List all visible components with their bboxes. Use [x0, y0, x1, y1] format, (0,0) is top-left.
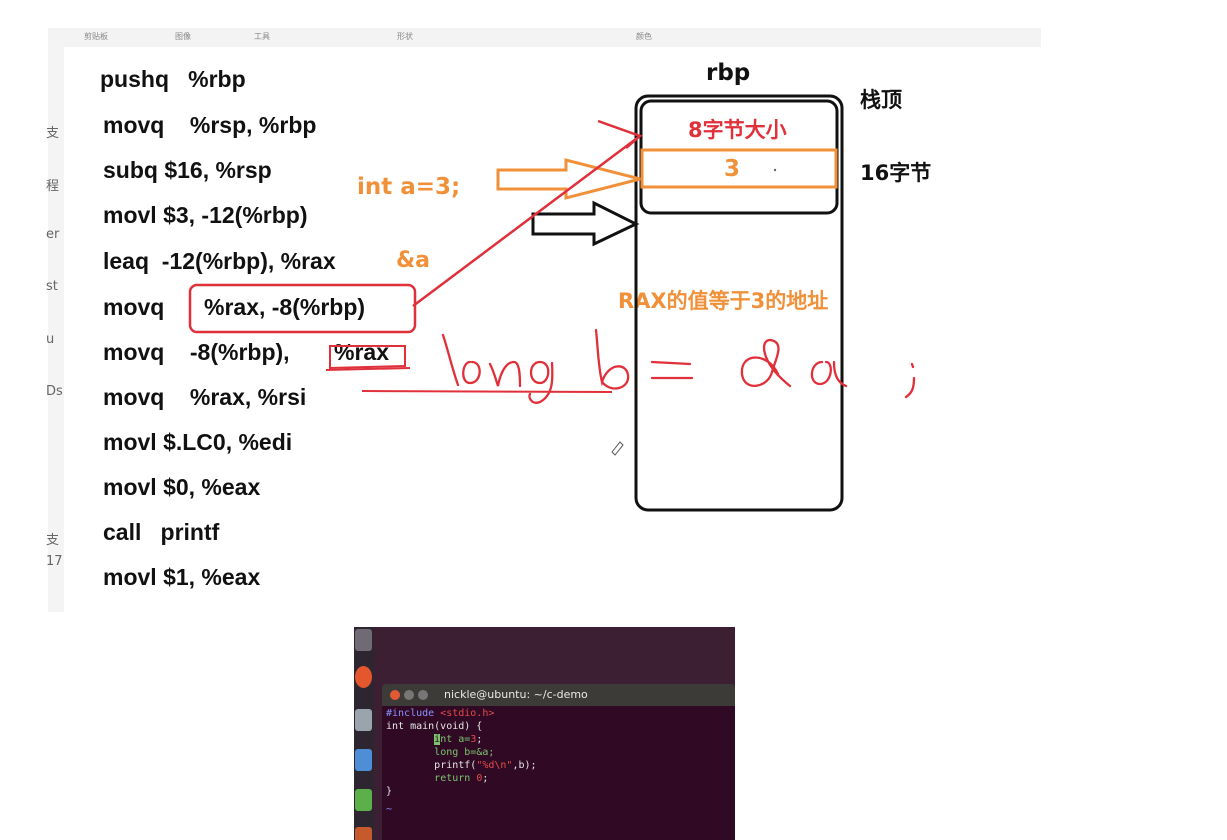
code-token: <stdio.h> — [440, 708, 495, 719]
ribbon-group-colors[interactable]: 颜色 — [636, 31, 652, 42]
asm-line-pushq: pushq %rbp — [100, 66, 246, 92]
code-line-include: #include <stdio.h> — [386, 708, 494, 719]
ribbon-group-tools[interactable]: 工具 — [254, 31, 270, 42]
asm-line-call-printf: call printf — [103, 519, 220, 545]
stack-slot-size-label: 8字节大小 — [688, 118, 787, 142]
code-line-return: return 0; — [386, 773, 488, 784]
calc-icon[interactable] — [355, 789, 372, 811]
asm-line-movq-load: movq -8(%rbp), — [103, 339, 290, 365]
code-token: nt a= — [440, 734, 471, 745]
asm-line-leaq: leaq -12(%rbp), %rax — [103, 248, 336, 274]
stack-slot-value: 3 — [724, 156, 741, 182]
code-token: int main(void) { — [386, 721, 483, 732]
asm-line-movq-store-op: movq — [103, 294, 165, 320]
close-icon[interactable] — [390, 690, 400, 700]
asm-line-movq-load-dest: %rax — [334, 339, 389, 365]
terminal-body[interactable]: #include <stdio.h> int main(void) { int … — [382, 706, 735, 840]
sidebar-fragment: 程 — [46, 179, 60, 194]
terminal-screenshot: nickle@ubuntu: ~/c-demo #include <stdio.… — [354, 627, 735, 840]
sidebar-fragment: u — [46, 332, 55, 347]
impress-icon[interactable] — [355, 827, 372, 840]
asm-line-movl-3: movl $3, -12(%rbp) — [103, 202, 308, 228]
asm-line-subq: subq $16, %rsp — [103, 157, 272, 183]
terminal-titlebar[interactable]: nickle@ubuntu: ~/c-demo — [382, 684, 735, 706]
stack-size-label: 16字节 — [860, 161, 932, 185]
sidebar-fragment: er — [46, 227, 60, 242]
asm-line-movl-0: movl $0, %eax — [103, 474, 261, 500]
launcher-app-icon[interactable] — [355, 629, 372, 651]
annotation-address-a: &a — [396, 248, 431, 273]
code-token: #include — [386, 708, 441, 719]
ubuntu-launcher — [354, 627, 374, 840]
asm-line-movl-lc0: movl $.LC0, %edi — [103, 429, 293, 455]
stack-rbp-label: rbp — [706, 60, 751, 86]
asm-line-movq-rsi: movq %rax, %rsi — [103, 384, 307, 410]
firefox-icon[interactable] — [355, 666, 372, 688]
ribbon-group-clipboard[interactable]: 剪贴板 — [84, 31, 108, 42]
left-sidebar: 支 程 er st u Ds 支 17 — [0, 47, 64, 612]
minimize-icon[interactable] — [404, 690, 414, 700]
asm-line-movq-store-args: %rax, -8(%rbp) — [204, 294, 366, 320]
sidebar-fragment: Ds — [46, 384, 63, 399]
code-token: ,b); — [512, 760, 537, 771]
code-line-int-a: int a=3; — [386, 734, 482, 745]
code-line-close-brace: } — [386, 786, 392, 797]
annotation-int-a: int a=3; — [357, 174, 461, 200]
asm-line-movq-rsp: movq %rsp, %rbp — [103, 112, 317, 138]
ribbon-group-image[interactable]: 图像 — [175, 31, 191, 42]
maximize-icon[interactable] — [418, 690, 428, 700]
code-line-main: int main(void) { — [386, 721, 482, 732]
sidebar-fragment: st — [46, 279, 58, 294]
code-token: } — [386, 786, 393, 797]
paint-ribbon: 剪贴板 图像 工具 形状 颜色 — [48, 28, 1041, 48]
code-token: return — [434, 773, 477, 784]
sidebar-fragment: 支 — [46, 533, 60, 548]
code-token: ~ — [386, 804, 393, 815]
code-token: printf( — [434, 760, 477, 771]
asm-line-movl-1: movl $1, %eax — [103, 564, 261, 590]
code-token: long b=&a; — [434, 747, 495, 758]
writer-icon[interactable] — [355, 749, 372, 771]
sidebar-fragment: 17 — [46, 554, 63, 569]
code-line-long-b: long b=&a; — [386, 747, 494, 758]
code-token: ; — [476, 734, 483, 745]
code-line-tilde: ~ — [386, 804, 392, 815]
terminal-title: nickle@ubuntu: ~/c-demo — [444, 688, 588, 701]
code-token: "%d\n" — [476, 760, 513, 771]
annotation-rax-note: RAX的值等于3的地址 — [618, 289, 829, 313]
ribbon-group-shapes[interactable]: 形状 — [397, 31, 413, 42]
sidebar-fragment: 支 — [46, 126, 60, 141]
terminal-app-icon[interactable] — [355, 709, 372, 731]
code-token: ; — [482, 773, 489, 784]
stack-top-label: 栈顶 — [860, 88, 902, 112]
code-line-printf: printf("%d\n",b); — [386, 760, 537, 771]
